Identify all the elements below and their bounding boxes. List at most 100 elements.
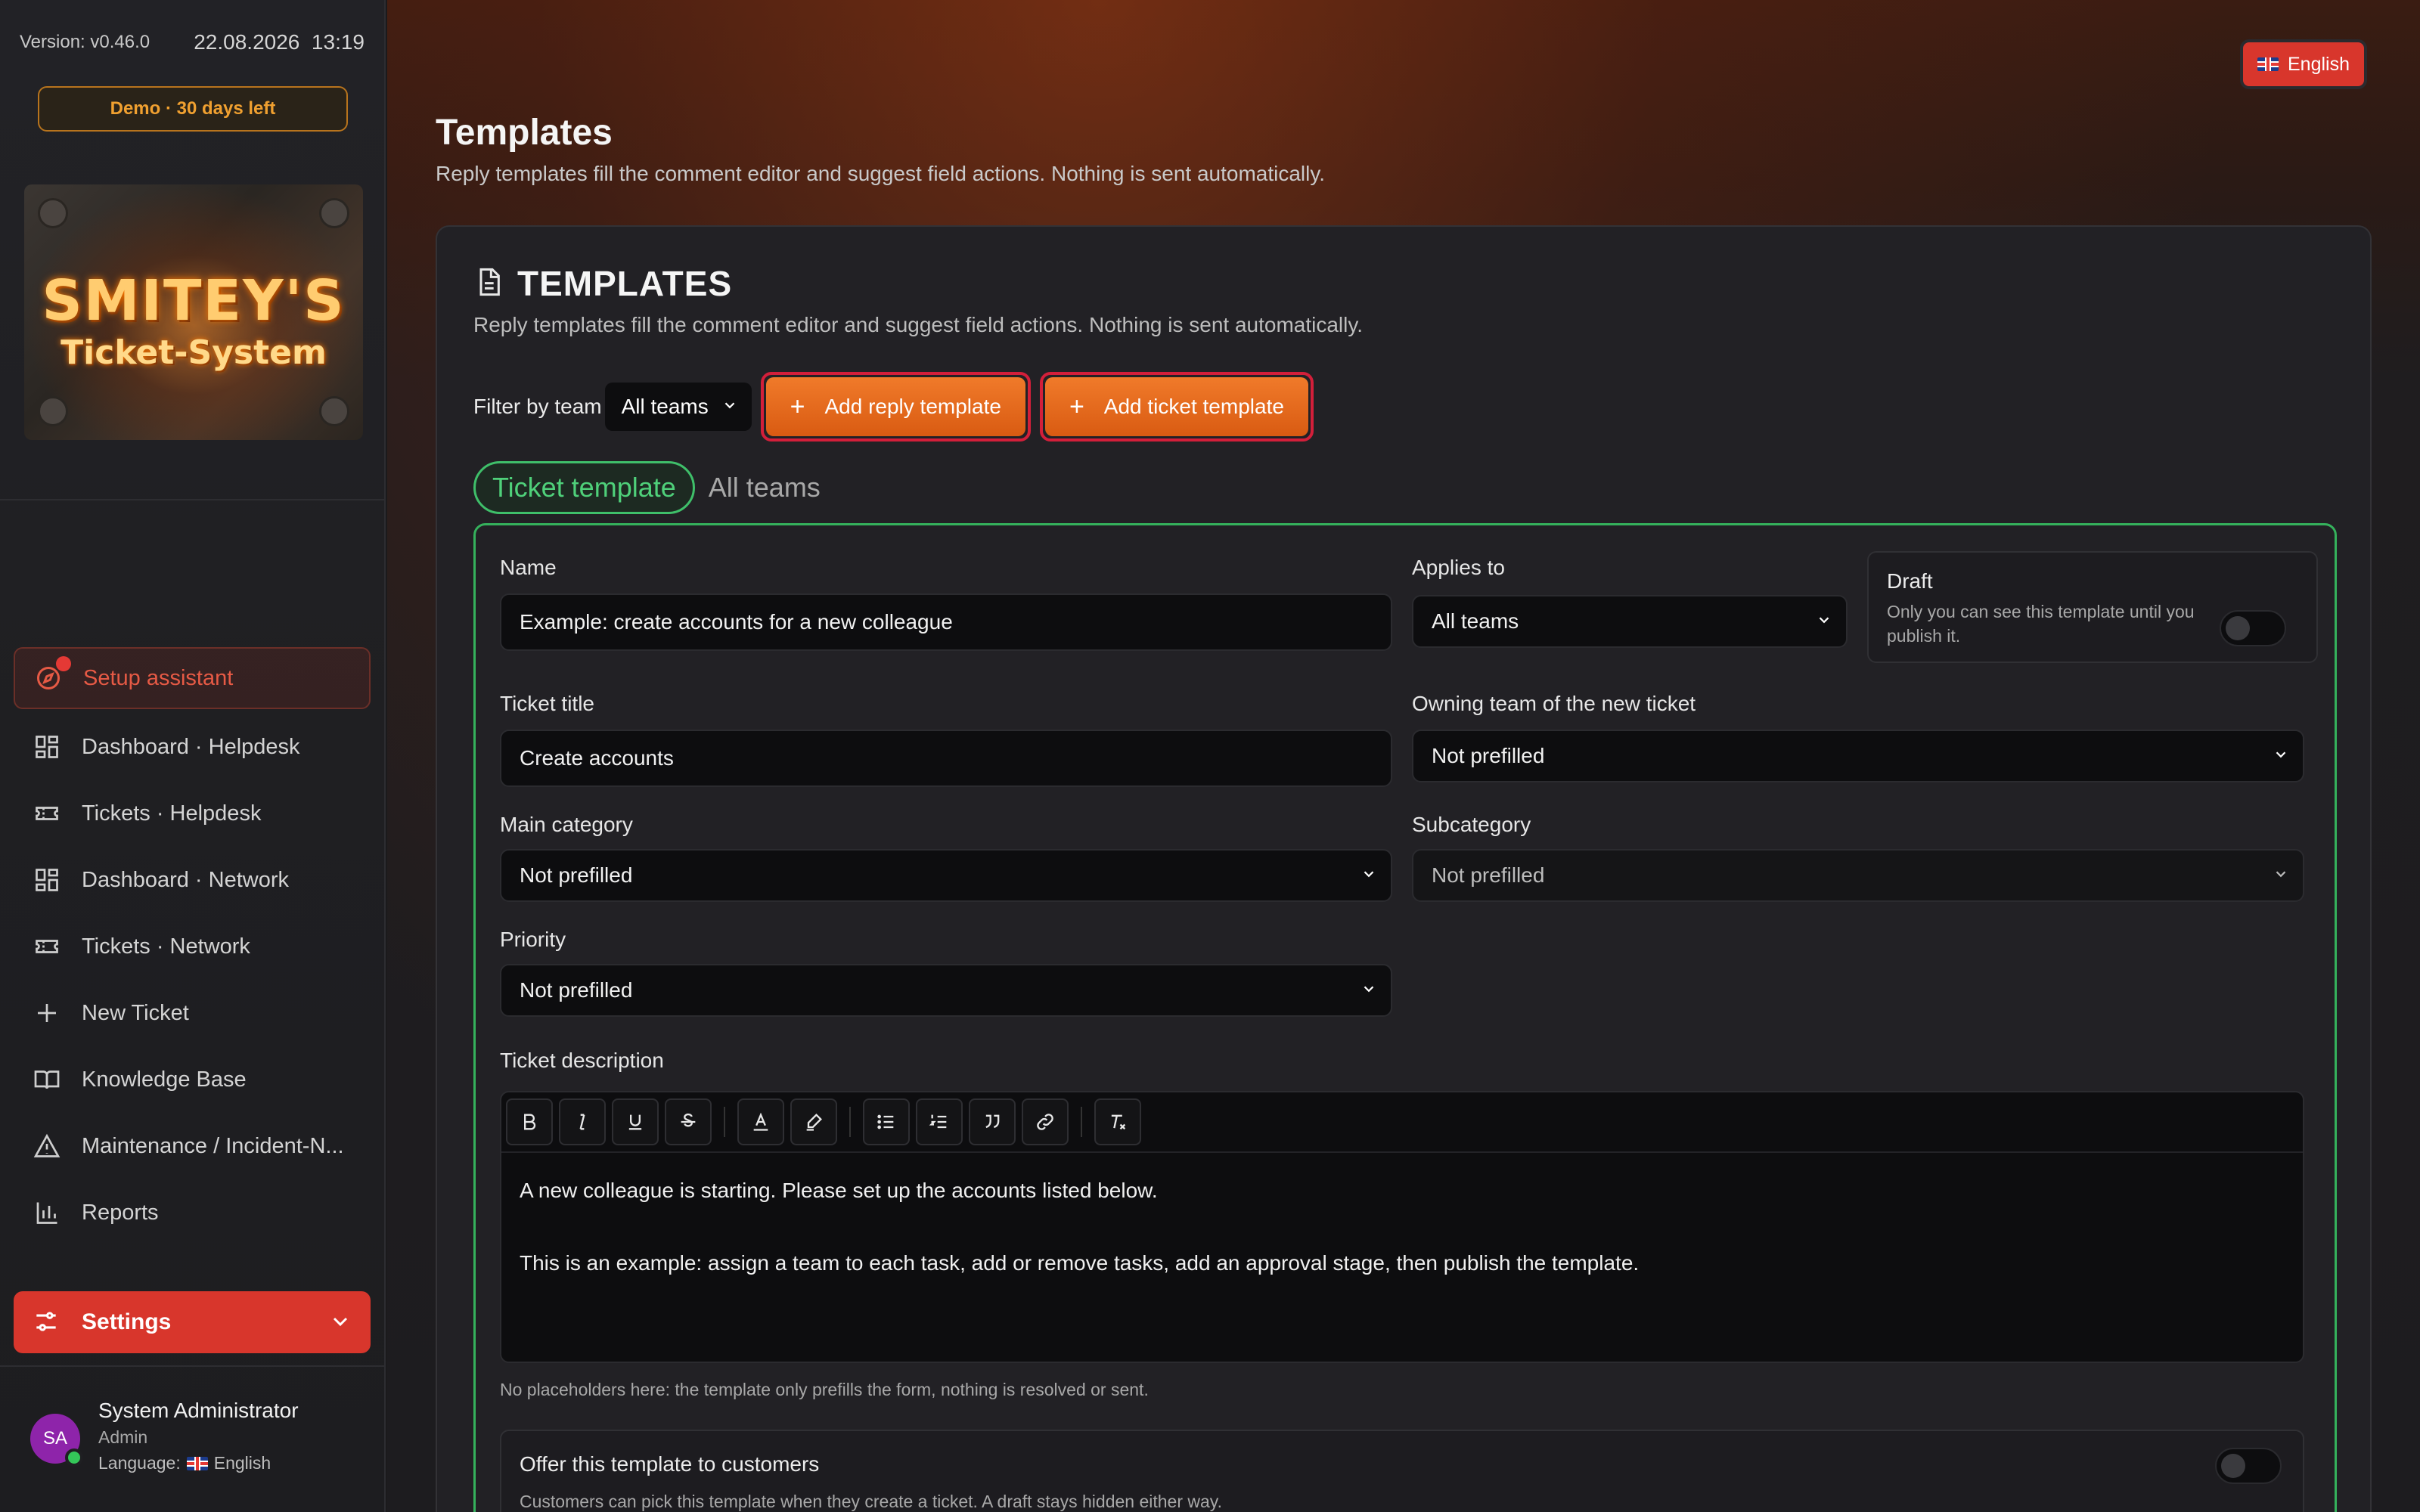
editor-toolbar	[501, 1092, 2303, 1153]
page-subtitle: Reply templates fill the comment editor …	[436, 162, 1326, 185]
language-button[interactable]: English	[2240, 39, 2367, 89]
add-ticket-template-button[interactable]: + Add ticket template	[1044, 377, 1308, 436]
bullet-list-button[interactable]	[863, 1098, 910, 1145]
italic-icon	[579, 1114, 585, 1130]
ordered-list-button[interactable]	[916, 1098, 963, 1145]
user-profile[interactable]: SA System Administrator Admin Language: …	[30, 1396, 369, 1486]
sidebar-item-tickets-helpdesk[interactable]: Tickets · Helpdesk	[14, 780, 371, 847]
sidebar-item-label: Knowledge Base	[82, 1067, 247, 1092]
add-reply-template-highlight: + Add reply template	[760, 372, 1031, 442]
settings-button[interactable]: Settings	[14, 1291, 371, 1353]
templates-toolbar: Filter by team All teams + Add reply tem…	[473, 372, 1314, 442]
user-language[interactable]: Language: English	[98, 1453, 271, 1473]
bar-chart-icon	[32, 1198, 62, 1228]
uk-flag-icon	[2257, 57, 2279, 71]
sidebar-divider	[0, 499, 384, 500]
add-reply-template-label: Add reply template	[824, 395, 1001, 418]
link-button[interactable]	[1022, 1098, 1069, 1145]
ticket-template-form: Name Example: create accounts for a new …	[473, 523, 2337, 1512]
owning-team-value: Not prefilled	[1432, 744, 1545, 767]
rich-text-editor[interactable]: A new colleague is starting. Please set …	[500, 1091, 2304, 1363]
main-category-label: Main category	[500, 813, 633, 836]
sidebar-item-maintenance[interactable]: Maintenance / Incident-N...	[14, 1113, 371, 1179]
offer-toggle[interactable]	[2215, 1448, 2282, 1484]
date-time: 22.08.2026 13:19	[194, 30, 365, 54]
sidebar: Version: v0.46.0 22.08.2026 13:19 Demo ·…	[0, 0, 386, 1512]
filter-label: Filter by team	[473, 395, 602, 418]
language-label: Language:	[98, 1453, 181, 1473]
sidebar-item-reports[interactable]: Reports	[14, 1179, 371, 1246]
subcategory-select[interactable]: Not prefilled	[1412, 849, 2304, 902]
priority-select[interactable]: Not prefilled	[500, 964, 1392, 1017]
uk-flag-icon	[186, 1456, 208, 1470]
offer-description: Customers can pick this template when th…	[520, 1492, 1222, 1511]
main-content: English Templates Reply templates fill t…	[387, 0, 2420, 1512]
draft-title: Draft	[1887, 569, 1933, 593]
clear-format-button[interactable]	[1094, 1098, 1141, 1145]
main-category-select[interactable]: Not prefilled	[500, 849, 1392, 902]
ordered-list-icon	[929, 1114, 947, 1129]
quote-icon	[985, 1114, 1000, 1129]
offer-to-customers-panel: Offer this template to customers Custome…	[500, 1430, 2304, 1512]
add-reply-template-button[interactable]: + Add reply template	[765, 377, 1025, 436]
sidebar-header: Version: v0.46.0 22.08.2026 13:19	[20, 27, 365, 57]
ticket-title-label: Ticket title	[500, 692, 594, 715]
logo-title: SMITEY'S	[42, 268, 346, 333]
blockquote-button[interactable]	[969, 1098, 1016, 1145]
name-input[interactable]: Example: create accounts for a new colle…	[500, 593, 1392, 651]
ticket-icon	[32, 931, 62, 962]
tab-ticket-template[interactable]: Ticket template	[473, 461, 695, 514]
team-filter-select[interactable]: All teams	[604, 383, 752, 431]
sidebar-item-label: Tickets · Helpdesk	[82, 801, 262, 826]
notification-dot	[56, 656, 71, 671]
applies-to-select[interactable]: All teams	[1412, 595, 1848, 648]
editor-content[interactable]: A new colleague is starting. Please set …	[501, 1153, 2303, 1301]
avatar-initials: SA	[42, 1428, 67, 1448]
sidebar-item-new-ticket[interactable]: New Ticket	[14, 980, 371, 1046]
sidebar-item-label: Tickets · Network	[82, 934, 250, 959]
sidebar-item-tickets-network[interactable]: Tickets · Network	[14, 913, 371, 980]
sidebar-item-setup-assistant[interactable]: Setup assistant	[14, 647, 371, 709]
add-ticket-template-highlight: + Add ticket template	[1039, 372, 1314, 442]
sidebar-item-label: Reports	[82, 1200, 159, 1225]
app-logo[interactable]: SMITEY'S Ticket-System	[24, 184, 363, 440]
draft-toggle[interactable]	[2220, 610, 2286, 646]
chevron-down-icon	[721, 395, 738, 419]
strikethrough-icon	[681, 1113, 696, 1127]
demo-badge[interactable]: Demo · 30 days left	[38, 86, 348, 132]
current-date: 22.08.2026	[194, 30, 300, 54]
applies-to-label: Applies to	[1412, 556, 1505, 579]
sidebar-item-label: Dashboard · Network	[82, 867, 289, 892]
avatar[interactable]: SA	[30, 1414, 83, 1467]
tab-all-teams[interactable]: All teams	[709, 472, 821, 503]
bolt-decoration	[319, 198, 349, 228]
online-status-dot	[65, 1448, 83, 1467]
ticket-title-input[interactable]: Create accounts	[500, 730, 1392, 787]
sidebar-item-label: Maintenance / Incident-N...	[82, 1133, 344, 1158]
page-title: Templates	[436, 113, 613, 153]
priority-value: Not prefilled	[520, 978, 633, 1002]
sidebar-item-dashboard-network[interactable]: Dashboard · Network	[14, 847, 371, 913]
main-category-value: Not prefilled	[520, 863, 633, 887]
owning-team-select[interactable]: Not prefilled	[1412, 730, 2304, 782]
language-button-label: English	[2288, 53, 2350, 75]
logo-subtitle: Ticket-System	[60, 333, 327, 372]
chevron-down-icon	[1360, 863, 1377, 888]
text-color-button[interactable]	[737, 1098, 784, 1145]
bolt-decoration	[38, 396, 68, 426]
underline-icon	[628, 1114, 642, 1130]
user-name: System Administrator	[98, 1399, 299, 1422]
underline-button[interactable]	[612, 1098, 659, 1145]
warning-icon	[32, 1131, 62, 1161]
highlight-button[interactable]	[790, 1098, 837, 1145]
draft-panel: Draft Only you can see this template unt…	[1867, 551, 2318, 663]
bolt-decoration	[38, 198, 68, 228]
sidebar-item-dashboard-helpdesk[interactable]: Dashboard · Helpdesk	[14, 714, 371, 780]
sliders-icon	[32, 1307, 62, 1337]
bold-button[interactable]	[506, 1098, 553, 1145]
strikethrough-button[interactable]	[665, 1098, 712, 1145]
clear-format-icon	[1111, 1114, 1126, 1130]
chevron-down-icon	[2273, 863, 2289, 888]
italic-button[interactable]	[559, 1098, 606, 1145]
sidebar-item-knowledge-base[interactable]: Knowledge Base	[14, 1046, 371, 1113]
